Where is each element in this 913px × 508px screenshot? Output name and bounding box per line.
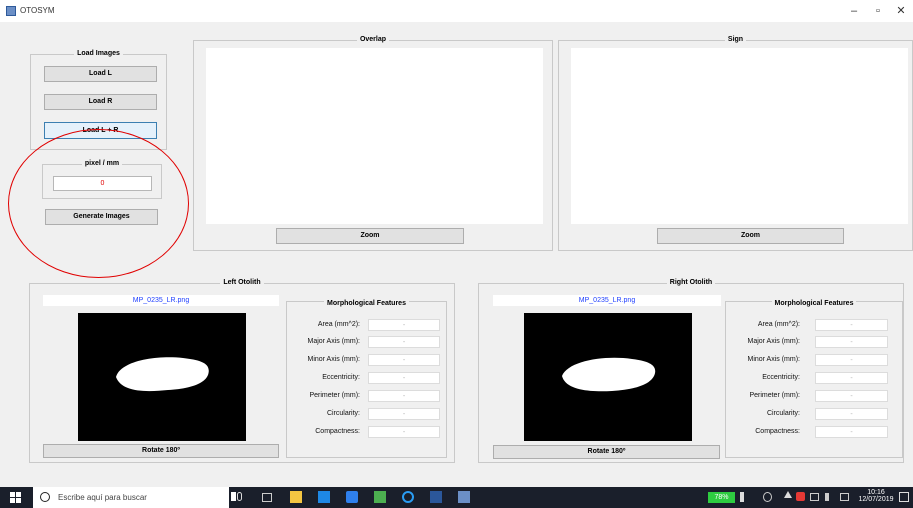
- language-icon[interactable]: [840, 493, 849, 501]
- feature-value: -: [368, 408, 440, 420]
- feature-label: Perimeter (mm):: [749, 392, 800, 399]
- mail-icon[interactable]: [346, 491, 358, 503]
- clock-time: 10:16: [867, 489, 885, 496]
- feature-value: -: [815, 408, 888, 420]
- feature-value: -: [815, 426, 888, 438]
- feature-value: -: [368, 319, 440, 331]
- load-images-title: Load Images: [74, 50, 123, 57]
- left-otolith-shape: [116, 357, 209, 392]
- task-view-icon[interactable]: [262, 493, 272, 502]
- maximize-button[interactable]: ▫: [866, 2, 890, 20]
- feature-label: Perimeter (mm):: [309, 392, 360, 399]
- feature-label: Circularity:: [326, 410, 360, 417]
- feature-label: Circularity:: [766, 410, 800, 417]
- feature-label: Minor Axis (mm):: [307, 356, 361, 363]
- left-rotate-button[interactable]: Rotate 180º: [43, 444, 279, 458]
- app-l-icon[interactable]: [318, 491, 330, 503]
- feature-label: Area (mm^2):: [317, 321, 360, 328]
- right-rotate-button[interactable]: Rotate 180º: [493, 445, 720, 459]
- overlap-zoom-button[interactable]: Zoom: [276, 228, 464, 244]
- plug-icon: [740, 492, 744, 502]
- store-icon[interactable]: [290, 491, 302, 503]
- word-icon[interactable]: [430, 491, 442, 503]
- feature-label: Compactness:: [315, 428, 360, 435]
- left-otolith-image: [78, 313, 246, 441]
- microphone-icon[interactable]: [237, 492, 242, 501]
- feature-label: Compactness:: [755, 428, 800, 435]
- left-features-title: Morphological Features: [324, 300, 409, 307]
- load-l-button[interactable]: Load L: [44, 66, 157, 82]
- feature-label: Major Axis (mm):: [307, 338, 361, 345]
- feature-value: -: [815, 336, 888, 348]
- right-features-title: Morphological Features: [771, 300, 857, 307]
- feature-value: -: [368, 390, 440, 402]
- feature-label: Area (mm^2):: [757, 321, 800, 328]
- sign-zoom-button[interactable]: Zoom: [657, 228, 844, 244]
- feature-value: -: [368, 372, 440, 384]
- feature-value: -: [815, 354, 888, 366]
- load-r-button[interactable]: Load R: [44, 94, 157, 110]
- right-otolith-title: Right Otolith: [666, 279, 716, 286]
- feature-value: -: [815, 319, 888, 331]
- taskbar: Escribe aquí para buscar 78% 10:16 12/07…: [0, 487, 913, 508]
- feature-label: Eccentricity:: [762, 374, 800, 381]
- notifications-icon[interactable]: [899, 492, 909, 502]
- feature-value: -: [368, 354, 440, 366]
- overlap-canvas: [206, 48, 543, 224]
- feature-value: -: [368, 426, 440, 438]
- taskbar-search-box[interactable]: Escribe aquí para buscar: [33, 487, 236, 508]
- right-filename: MP_0235_LR.png: [493, 295, 721, 306]
- clock-date: 12/07/2019: [858, 496, 894, 503]
- feature-value: -: [815, 390, 888, 402]
- feature-label: Minor Axis (mm):: [747, 356, 801, 363]
- people-icon[interactable]: [763, 492, 772, 502]
- title-bar: OTOSYM – ▫ ✕: [0, 0, 913, 22]
- minimize-button[interactable]: –: [842, 2, 866, 20]
- feature-label: Major Axis (mm):: [747, 338, 801, 345]
- feature-value: -: [368, 336, 440, 348]
- app-icon: [6, 6, 16, 16]
- annotation-circle: [8, 129, 189, 278]
- photos-icon[interactable]: [374, 491, 386, 503]
- sign-canvas: [571, 48, 908, 224]
- right-otolith-image: [524, 313, 692, 441]
- left-otolith-title: Left Otolith: [220, 279, 264, 286]
- feature-label: Eccentricity:: [322, 374, 360, 381]
- feature-value: -: [815, 372, 888, 384]
- cortana-icon: [40, 492, 50, 502]
- close-button[interactable]: ✕: [889, 2, 913, 20]
- edge-icon[interactable]: [402, 491, 414, 503]
- window-title: OTOSYM: [20, 6, 55, 15]
- sign-title: Sign: [724, 36, 747, 43]
- left-filename: MP_0235_LR.png: [43, 295, 279, 306]
- taskbar-search-placeholder: Escribe aquí para buscar: [58, 493, 147, 502]
- network-icon[interactable]: [810, 493, 819, 501]
- clock[interactable]: 10:16 12/07/2019: [856, 489, 896, 503]
- chevron-up-icon[interactable]: [784, 491, 792, 498]
- overlap-title: Overlap: [356, 36, 390, 43]
- antivirus-icon[interactable]: [796, 492, 805, 501]
- battery-indicator[interactable]: 78%: [708, 492, 735, 503]
- right-otolith-shape: [562, 357, 656, 392]
- otosym-taskbar-icon[interactable]: [458, 491, 470, 503]
- volume-icon[interactable]: [825, 493, 834, 501]
- windows-start-icon[interactable]: [10, 492, 21, 503]
